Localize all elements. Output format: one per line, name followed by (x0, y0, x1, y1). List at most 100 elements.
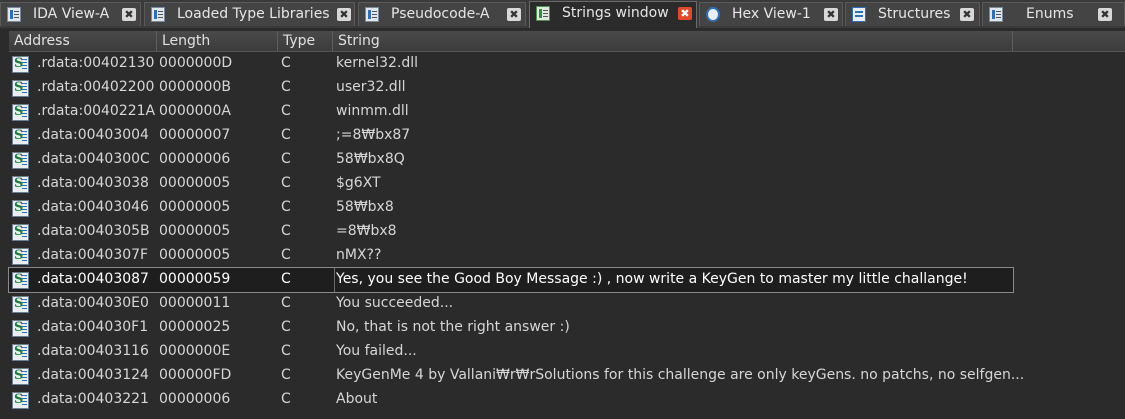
table-row[interactable]: .data:00403221 00000006 C About (9, 388, 1013, 412)
type-cell: C (281, 343, 291, 359)
string-icon (12, 56, 29, 73)
column-header: Address Length Type String (9, 31, 1125, 52)
table-row[interactable]: .data:0040300C 00000006 C 58₩bx8Q (9, 148, 1013, 172)
pseudocode-icon (365, 7, 379, 22)
column-header-type[interactable]: Type (278, 31, 333, 51)
tab-loaded-type-libraries[interactable]: Loaded Type Libraries ✖ (144, 2, 355, 26)
address-cell: .data:00403038 (37, 175, 149, 191)
hex-view-icon (706, 7, 720, 22)
table-row[interactable]: .data:004030E0 00000011 C You succeeded.… (9, 292, 1013, 316)
close-icon[interactable]: ✖ (337, 8, 351, 21)
structures-icon (852, 7, 866, 22)
length-cell: 000000FD (159, 367, 232, 383)
close-icon[interactable]: ✖ (678, 7, 692, 20)
length-cell: 00000007 (159, 127, 231, 143)
type-cell: C (281, 295, 291, 311)
string-cell: user32.dll (336, 79, 406, 95)
string-icon (12, 200, 29, 217)
close-icon[interactable]: ✖ (122, 8, 136, 21)
tab-enums[interactable]: Enums ✖ (982, 2, 1125, 26)
tab-label: Hex View-1 (732, 6, 811, 22)
tab-strings-window[interactable]: Strings window ✖ (529, 1, 697, 28)
tab-structures[interactable]: Structures ✖ (845, 2, 980, 26)
table-row[interactable]: .rdata:00402130 0000000D C kernel32.dll (9, 52, 1013, 76)
address-cell: .rdata:0040221A (37, 103, 156, 119)
tab-label: IDA View-A (33, 6, 110, 22)
string-cell: winmm.dll (336, 103, 409, 119)
ida-view-icon (7, 7, 21, 22)
address-cell: .data:004030E0 (37, 295, 149, 311)
type-cell: C (281, 55, 291, 71)
address-cell: .data:0040305B (37, 223, 150, 239)
string-icon (12, 248, 29, 265)
close-icon[interactable]: ✖ (507, 8, 521, 21)
column-header-string[interactable]: String (333, 31, 1013, 51)
table-row[interactable]: .data:00403004 00000007 C ;=8₩bx87 (9, 124, 1013, 148)
string-icon (12, 224, 29, 241)
string-icon (12, 128, 29, 145)
string-cell: kernel32.dll (336, 55, 419, 71)
string-icon (12, 320, 29, 337)
string-icon (12, 296, 29, 313)
tab-label: Enums (1026, 6, 1074, 22)
type-cell: C (281, 175, 291, 191)
address-cell: .data:00403221 (37, 391, 149, 407)
string-cell: Yes, you see the Good Boy Message :) , n… (336, 271, 968, 287)
address-cell: .data:00403124 (37, 367, 149, 383)
type-libraries-icon (151, 7, 165, 22)
string-icon (12, 344, 29, 361)
type-cell: C (281, 319, 291, 335)
table-row[interactable]: .data:004030F1 00000025 C No, that is no… (9, 316, 1013, 340)
type-cell: C (281, 391, 291, 407)
close-icon[interactable]: ✖ (824, 8, 838, 21)
string-cell: nMX?? (336, 247, 382, 263)
string-icon (12, 176, 29, 193)
string-cell: 58₩bx8Q (336, 151, 405, 167)
type-cell: C (281, 199, 291, 215)
string-cell: You succeeded... (336, 295, 454, 311)
table-row[interactable]: .data:00403116 0000000E C You failed... (9, 340, 1013, 364)
address-cell: .data:00403004 (37, 127, 149, 143)
address-cell: .data:00403116 (37, 343, 149, 359)
length-cell: 00000006 (159, 391, 231, 407)
string-icon (12, 272, 29, 289)
table-row[interactable]: .data:00403038 00000005 C $g6XT (9, 172, 1013, 196)
tab-hex-view-1[interactable]: Hex View-1 ✖ (699, 2, 843, 26)
column-header-address[interactable]: Address (9, 31, 157, 51)
tab-ida-view-a[interactable]: IDA View-A ✖ (0, 2, 141, 26)
string-cell: You failed... (336, 343, 417, 359)
tab-label: Loaded Type Libraries (177, 6, 330, 22)
length-cell: 00000005 (159, 175, 231, 191)
type-cell: C (281, 367, 291, 383)
type-cell: C (281, 223, 291, 239)
column-header-length[interactable]: Length (157, 31, 278, 51)
address-cell: .data:0040300C (37, 151, 150, 167)
address-cell: .data:004030F1 (37, 319, 149, 335)
string-icon (12, 368, 29, 385)
length-cell: 00000005 (159, 223, 231, 239)
close-icon[interactable]: ✖ (1098, 8, 1112, 21)
tab-pseudocode-a[interactable]: Pseudocode-A ✖ (358, 2, 526, 26)
type-cell: C (281, 103, 291, 119)
table-row[interactable]: .rdata:00402200 0000000B C user32.dll (9, 76, 1013, 100)
length-cell: 00000025 (159, 319, 231, 335)
table-row[interactable]: .data:0040307F 00000005 C nMX?? (9, 244, 1013, 268)
string-icon (12, 152, 29, 169)
string-cell: KeyGenMe 4 by Vallani₩r₩rSolutions for t… (336, 367, 1025, 383)
type-cell: C (281, 247, 291, 263)
tab-bar: IDA View-A ✖ Loaded Type Libraries ✖ Pse… (0, 0, 1125, 28)
length-cell: 00000011 (159, 295, 231, 311)
type-cell: C (281, 151, 291, 167)
address-cell: .data:00403046 (37, 199, 149, 215)
table-row[interactable]: .data:00403046 00000005 C 58₩bx8 (9, 196, 1013, 220)
table-row[interactable]: .data:0040305B 00000005 C =8₩bx8 (9, 220, 1013, 244)
tab-label: Pseudocode-A (391, 6, 490, 22)
table-row-selected[interactable]: .data:00403087 00000059 C Yes, you see t… (8, 267, 1014, 293)
table-row[interactable]: .data:00403124 000000FD C KeyGenMe 4 by … (9, 364, 1024, 388)
strings-icon (536, 6, 550, 21)
enums-icon (989, 7, 1003, 22)
string-cell: No, that is not the right answer :) (336, 319, 570, 335)
table-row[interactable]: .rdata:0040221A 0000000A C winmm.dll (9, 100, 1013, 124)
close-icon[interactable]: ✖ (960, 8, 974, 21)
length-cell: 0000000D (159, 55, 233, 71)
